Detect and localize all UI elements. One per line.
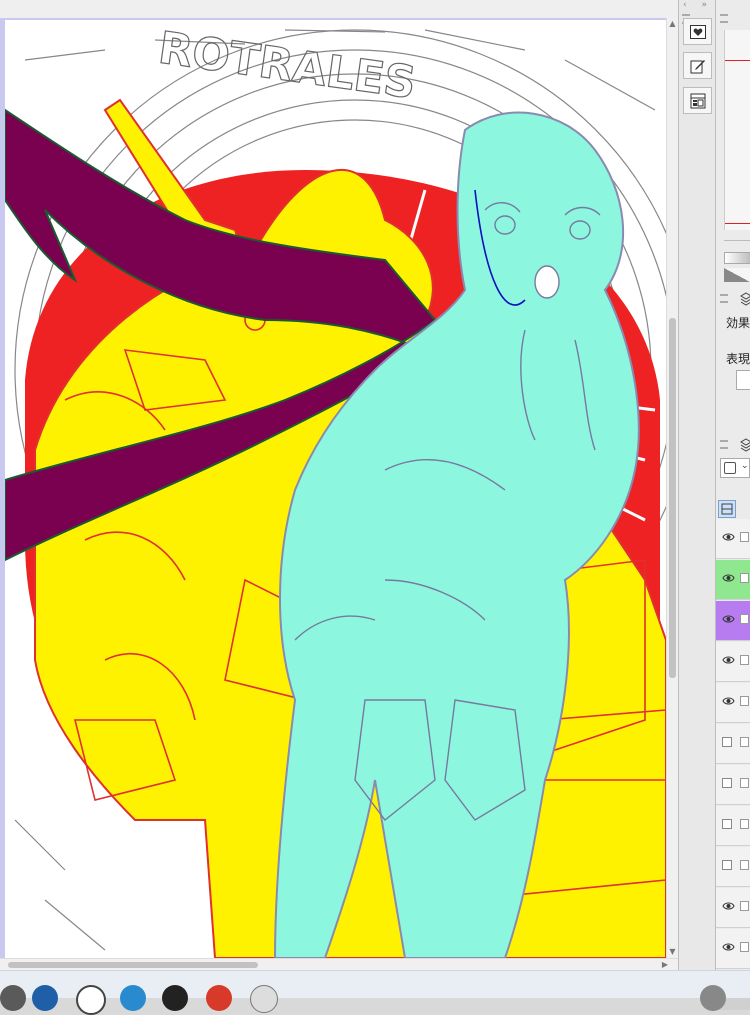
drawing-canvas[interactable]: ROTRALES (0, 18, 666, 958)
layout-button[interactable] (683, 87, 712, 114)
layer-row[interactable] (716, 724, 750, 764)
layer-checkbox[interactable] (740, 942, 749, 952)
eye-icon[interactable] (722, 696, 735, 706)
taskbar-icon-mail[interactable] (32, 985, 58, 1011)
windows-taskbar (0, 970, 750, 1015)
effect-label: 効果 (726, 316, 750, 330)
canvas-horizontal-scrollbar[interactable]: ▶ (0, 958, 678, 970)
layer-checkbox[interactable] (740, 737, 749, 747)
layer-row[interactable] (716, 765, 750, 805)
layer-checkbox[interactable] (740, 860, 749, 870)
layer-stack-icon[interactable] (740, 292, 750, 306)
taskbar-icon-clip-studio[interactable] (250, 985, 278, 1013)
collapse-chevron-icon[interactable]: ‹ » (679, 0, 717, 12)
layer-row[interactable] (716, 929, 750, 969)
layer-row[interactable] (716, 888, 750, 928)
canvas-top-strip (0, 0, 678, 19)
layer-checkbox[interactable] (740, 655, 749, 665)
rotate-slider[interactable] (724, 268, 750, 282)
layer-row[interactable] (716, 847, 750, 887)
layer-checkbox[interactable] (740, 819, 749, 829)
taskbar-icon-chrome[interactable] (206, 985, 232, 1011)
hidden-eye-toggle[interactable] (722, 778, 732, 788)
edit-button[interactable] (683, 52, 712, 79)
hidden-eye-toggle[interactable] (722, 737, 732, 747)
layer-row[interactable] (716, 806, 750, 846)
layer-list-toggle[interactable] (718, 500, 736, 518)
illustration-artwork: ROTRALES (5, 20, 666, 958)
panel-grip-icon[interactable] (720, 294, 728, 303)
taskbar-icon-start[interactable] (0, 985, 26, 1011)
favorite-button[interactable] (683, 18, 712, 45)
scroll-up-arrow-icon[interactable]: ▲ (667, 18, 678, 30)
expression-dropdown[interactable] (736, 370, 750, 390)
navigator-preview[interactable] (724, 30, 750, 230)
layer-checkbox[interactable] (740, 532, 749, 542)
layer-row[interactable] (716, 601, 750, 641)
zoom-slider[interactable] (724, 252, 750, 264)
hidden-eye-toggle[interactable] (722, 819, 732, 829)
eye-icon[interactable] (722, 532, 735, 542)
chevron-down-icon: ⌄ (741, 461, 749, 471)
heart-icon (689, 24, 706, 39)
layer-row[interactable] (716, 519, 750, 559)
canvas-vertical-scrollbar[interactable]: ▲ ▼ (666, 18, 678, 958)
hidden-eye-toggle[interactable] (722, 860, 732, 870)
quick-access-toolbar: ‹ » (678, 0, 716, 970)
navigator-frame-bottom (725, 223, 750, 224)
layer-checkbox[interactable] (740, 778, 749, 788)
layer-checkbox[interactable] (740, 614, 749, 624)
expression-label: 表現 (726, 352, 750, 366)
divider (724, 240, 750, 241)
layer-row[interactable] (716, 642, 750, 682)
taskbar-icon-tray[interactable] (700, 985, 726, 1011)
blend-mode-swatch (724, 462, 736, 474)
layout-icon (690, 93, 705, 108)
layer-row[interactable] (716, 683, 750, 723)
eye-icon[interactable] (722, 901, 735, 911)
layer-checkbox[interactable] (740, 901, 749, 911)
taskbar-icon-steam[interactable] (162, 985, 188, 1011)
panel-grip-icon[interactable] (720, 440, 728, 449)
horizontal-scroll-thumb[interactable] (8, 962, 258, 968)
eye-icon[interactable] (722, 573, 735, 583)
layer-row[interactable] (716, 560, 750, 600)
vertical-scroll-thumb[interactable] (669, 318, 676, 678)
scroll-down-arrow-icon[interactable]: ▼ (667, 946, 678, 958)
layer-checkbox[interactable] (740, 573, 749, 583)
navigator-frame-top (725, 60, 750, 61)
layer-stack-icon[interactable] (740, 438, 750, 452)
edit-icon (690, 59, 705, 73)
taskbar-icon-search[interactable] (76, 985, 106, 1015)
list-icon (721, 503, 733, 515)
panel-grip-icon[interactable] (720, 14, 728, 23)
eye-icon[interactable] (722, 655, 735, 665)
eye-icon[interactable] (722, 942, 735, 952)
blend-mode-dropdown[interactable]: ⌄ (720, 458, 750, 478)
eye-icon[interactable] (722, 614, 735, 624)
taskbar-icon-app[interactable] (120, 985, 146, 1011)
layer-checkbox[interactable] (740, 696, 749, 706)
